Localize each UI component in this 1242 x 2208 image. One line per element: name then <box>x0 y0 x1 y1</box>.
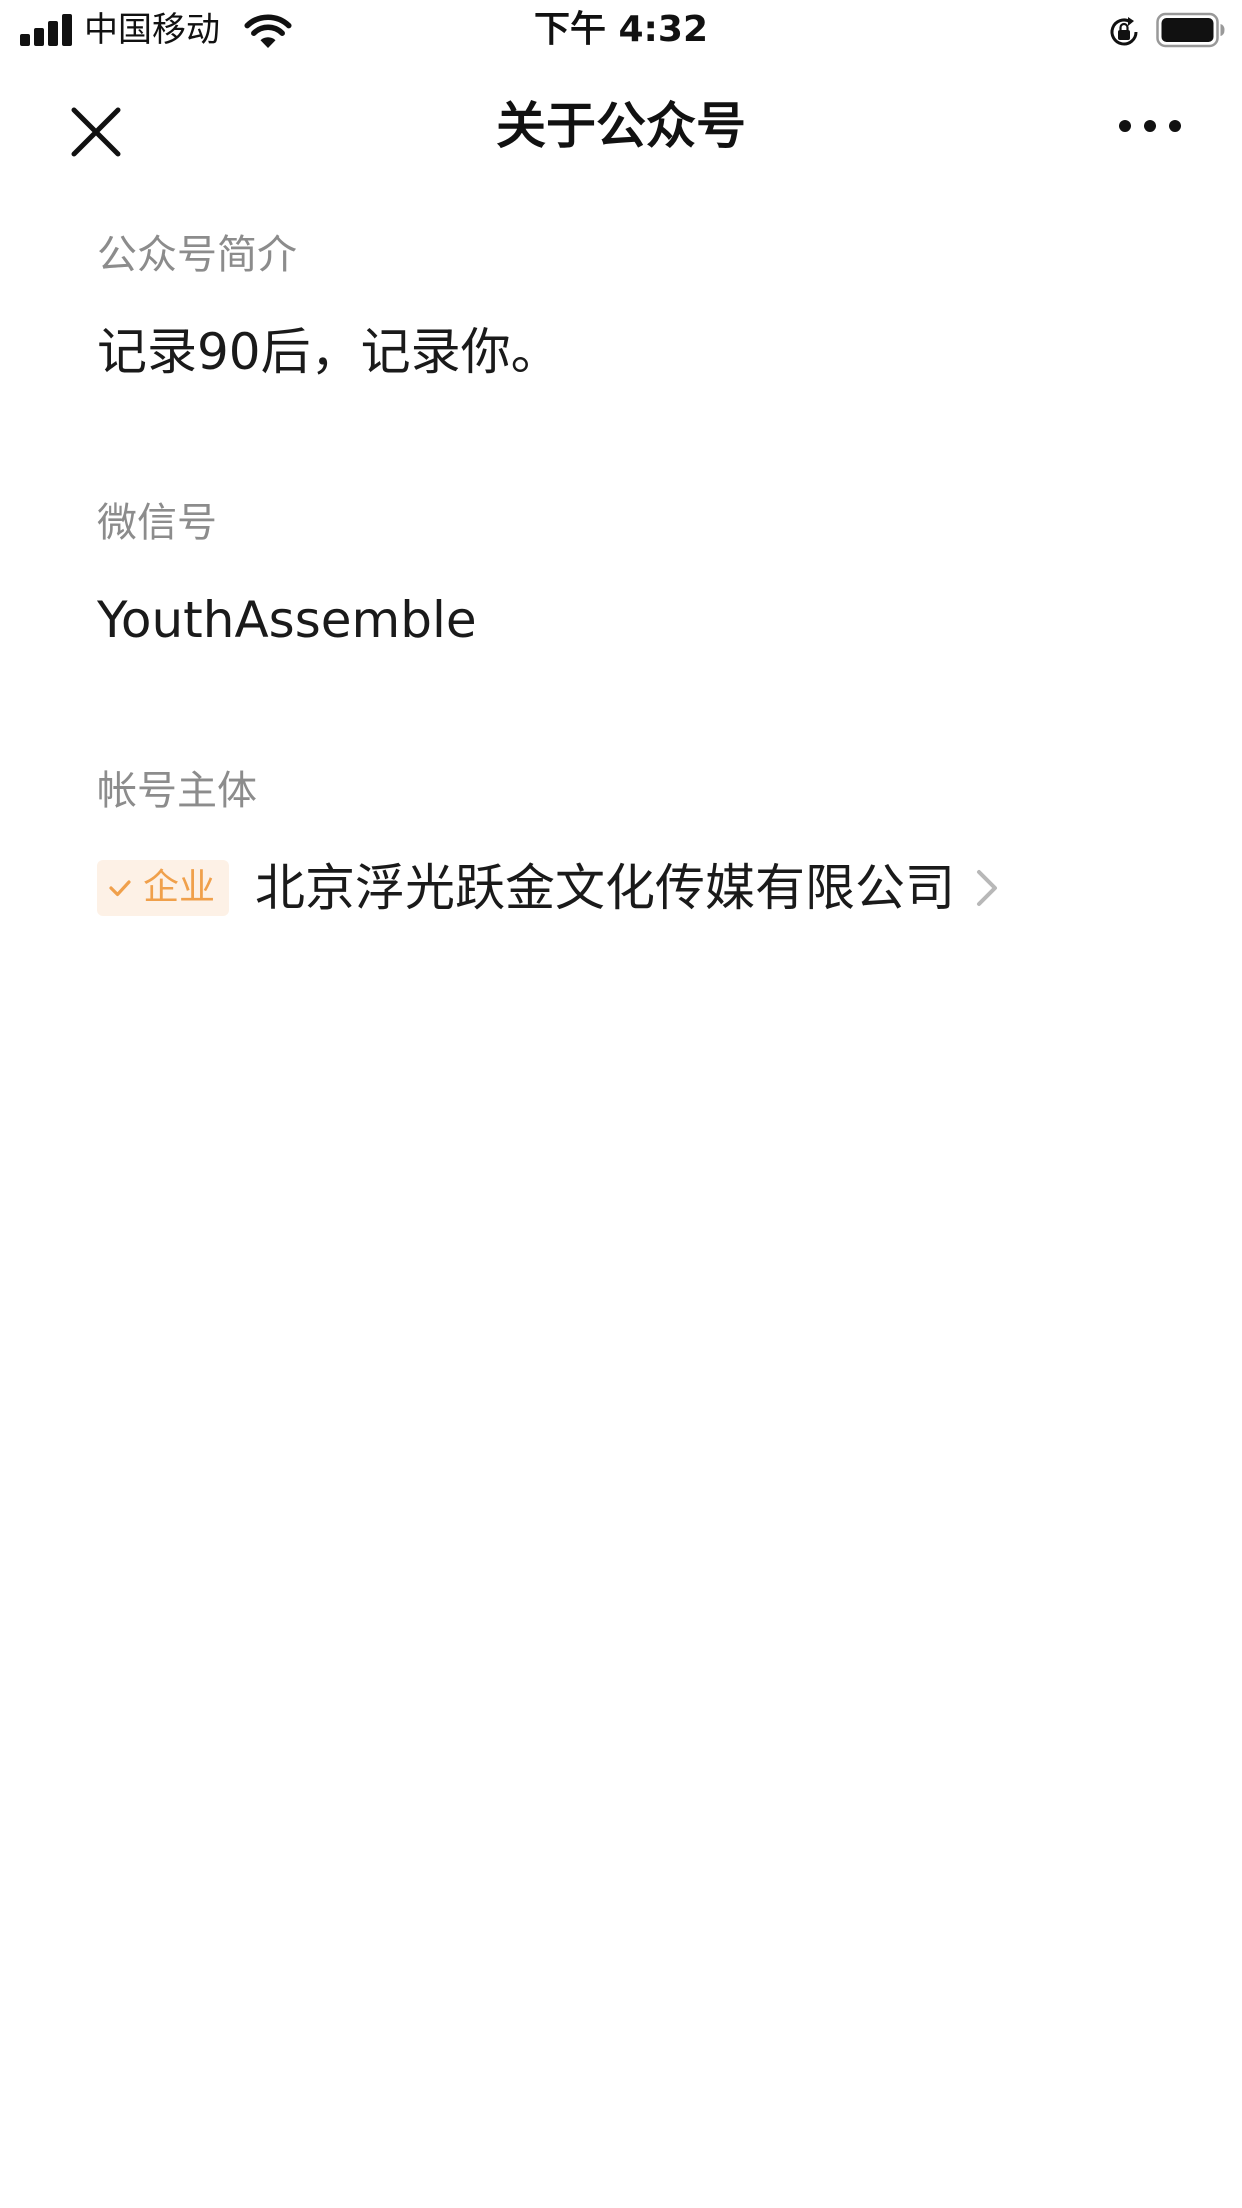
wechat-id-value: YouthAssemble <box>97 591 477 649</box>
rotation-lock-icon <box>1110 17 1138 46</box>
account-entity-row[interactable]: 企业 北京浮光跃金文化传媒有限公司 <box>97 852 1001 924</box>
account-entity-label: 帐号主体 <box>97 768 257 814</box>
status-time: 下午 4:32 <box>533 9 709 50</box>
more-icon[interactable] <box>1114 106 1186 146</box>
nav-bar: 关于公众号 <box>0 62 1242 190</box>
chevron-right-icon <box>977 870 998 906</box>
page-title: 关于公众号 <box>496 97 746 155</box>
status-bar: 中国移动 下午 4:32 <box>0 0 1242 62</box>
intro-text: 记录90后，记录你。 <box>97 323 561 381</box>
close-icon[interactable] <box>60 96 132 168</box>
wechat-id-label: 微信号 <box>97 500 217 546</box>
check-icon <box>109 880 131 897</box>
enterprise-badge: 企业 <box>97 860 230 916</box>
entity-name: 北京浮光跃金文化传媒有限公司 <box>255 859 956 917</box>
about-official-account-page: 中国移动 下午 4:32 关于公众号 公众号简介 记录90后，记录你。 微信号 … <box>0 0 1242 2208</box>
battery-icon <box>1156 12 1225 48</box>
badge-label: 企业 <box>143 867 216 908</box>
intro-label: 公众号简介 <box>97 232 297 278</box>
